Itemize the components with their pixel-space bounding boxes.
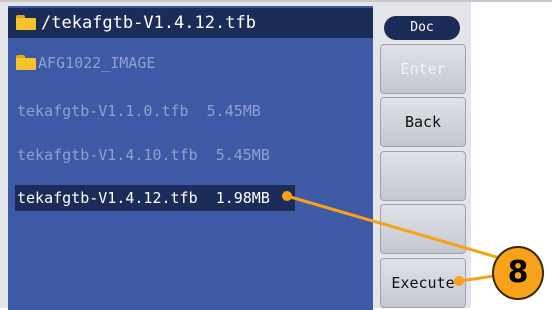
callout-leader-lines [282,191,501,286]
callout-leader-execute [459,274,495,283]
callout-dot-file [282,191,292,201]
callout-leader-file [286,194,501,260]
callout-badge: 8 [492,246,544,300]
callout-dot-execute [454,276,464,286]
file-name: tekafgtb-V1.4.12.tfb 1.98MB [17,189,270,207]
